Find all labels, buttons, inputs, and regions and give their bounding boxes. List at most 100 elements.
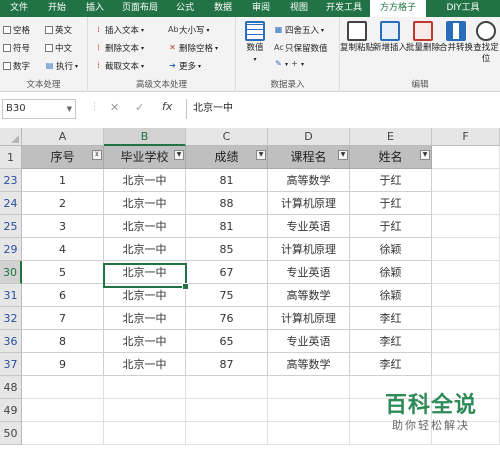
cell-school[interactable]: 北京一中: [104, 238, 186, 261]
cell-name[interactable]: 于红: [350, 169, 432, 192]
cell-seq[interactable]: 3: [22, 215, 104, 238]
cell-school[interactable]: 北京一中: [104, 307, 186, 330]
cell[interactable]: [22, 376, 104, 399]
cell[interactable]: [432, 284, 500, 307]
cell-score[interactable]: 81: [186, 215, 268, 238]
cell-course[interactable]: 专业英语: [268, 330, 350, 353]
cell[interactable]: [432, 169, 500, 192]
cell[interactable]: [432, 330, 500, 353]
row-header-1[interactable]: 1: [0, 146, 22, 169]
row-header-30[interactable]: 30: [0, 261, 22, 284]
insert-text-button[interactable]: ⁞ 插入文本 ▾: [94, 24, 144, 37]
cell[interactable]: [432, 261, 500, 284]
cell[interactable]: [432, 307, 500, 330]
new-insert-button[interactable]: 新增插入: [373, 21, 407, 54]
cell-name[interactable]: 徐颖: [350, 284, 432, 307]
english-checkbox[interactable]: 英文: [45, 24, 72, 36]
cell-seq[interactable]: 5: [22, 261, 104, 284]
round-button[interactable]: ▦ 四舍五入 ▾: [274, 24, 324, 37]
cell[interactable]: [268, 376, 350, 399]
header-cell-course[interactable]: 课程名 ▼: [268, 146, 350, 169]
row-header-31[interactable]: 31: [0, 284, 22, 307]
cell[interactable]: [22, 422, 104, 445]
cell-name[interactable]: 李红: [350, 330, 432, 353]
column-header-e[interactable]: E: [350, 128, 432, 146]
header-cell-school[interactable]: 毕业学校 ▼: [104, 146, 186, 169]
header-cell-seq[interactable]: 序号 ⊻: [22, 146, 104, 169]
cell[interactable]: [432, 215, 500, 238]
cell-seq[interactable]: 1: [22, 169, 104, 192]
filter-active-icon[interactable]: ⊻: [92, 150, 102, 160]
formula-input[interactable]: 北京一中: [186, 99, 498, 119]
tab-home[interactable]: 开始: [38, 0, 76, 17]
cell-seq[interactable]: 7: [22, 307, 104, 330]
filter-dropdown-icon[interactable]: ▼: [420, 150, 430, 160]
cell-school[interactable]: 北京一中: [104, 215, 186, 238]
chinese-checkbox[interactable]: 中文: [45, 42, 72, 54]
tab-developer[interactable]: 开发工具: [318, 0, 370, 17]
row-header-36[interactable]: 36: [0, 330, 22, 353]
execute-button[interactable]: ▤ 执行 ▾: [45, 60, 78, 73]
cell-school[interactable]: 北京一中: [104, 192, 186, 215]
filter-dropdown-icon[interactable]: ▼: [256, 150, 266, 160]
row-header-24[interactable]: 24: [0, 192, 22, 215]
cell[interactable]: [432, 192, 500, 215]
keep-value-button[interactable]: Ac 只保留数值: [274, 42, 328, 55]
cell-course[interactable]: 计算机原理: [268, 307, 350, 330]
copy-paste-button[interactable]: 复制粘贴: [340, 21, 374, 54]
cell-score[interactable]: 75: [186, 284, 268, 307]
tab-view[interactable]: 视图: [280, 0, 318, 17]
cut-text-button[interactable]: ⁞ 截取文本 ▾: [94, 60, 144, 73]
more-button[interactable]: ➔ 更多 ▾: [168, 60, 201, 73]
row-header-25[interactable]: 25: [0, 215, 22, 238]
cell-seq[interactable]: 8: [22, 330, 104, 353]
cell-name[interactable]: 于红: [350, 192, 432, 215]
row-header-23[interactable]: 23: [0, 169, 22, 192]
filter-dropdown-icon[interactable]: ▼: [338, 150, 348, 160]
row-header-37[interactable]: 37: [0, 353, 22, 376]
cell-seq[interactable]: 2: [22, 192, 104, 215]
tab-formulas[interactable]: 公式: [166, 0, 204, 17]
cell[interactable]: [186, 399, 268, 422]
cell-name[interactable]: 徐颖: [350, 238, 432, 261]
cell-school[interactable]: 北京一中: [104, 330, 186, 353]
merge-convert-button[interactable]: 合并转换: [439, 21, 473, 54]
select-all-corner[interactable]: [0, 128, 22, 146]
tab-diy-tools[interactable]: DIY工具: [426, 0, 500, 17]
cell[interactable]: [268, 399, 350, 422]
cell-score[interactable]: 81: [186, 169, 268, 192]
cell-score[interactable]: 85: [186, 238, 268, 261]
cell-school[interactable]: 北京一中: [104, 169, 186, 192]
row-header-32[interactable]: 32: [0, 307, 22, 330]
cancel-icon[interactable]: ✕: [110, 101, 119, 114]
cell-name[interactable]: 李红: [350, 307, 432, 330]
row-header-50[interactable]: 50: [0, 422, 22, 445]
cell-school[interactable]: 北京一中: [104, 284, 186, 307]
batch-delete-button[interactable]: 批量删除: [406, 21, 440, 54]
name-box[interactable]: B30 ▼: [2, 99, 76, 119]
column-header-d[interactable]: D: [268, 128, 350, 146]
tab-file[interactable]: 文件: [0, 0, 38, 17]
cell-school[interactable]: 北京一中: [104, 261, 186, 284]
cell-name[interactable]: 于红: [350, 215, 432, 238]
cell-course[interactable]: 高等数学: [268, 169, 350, 192]
case-button[interactable]: Ab 大小写 ▾: [168, 24, 210, 37]
cell-seq[interactable]: 6: [22, 284, 104, 307]
cell-name[interactable]: 徐颖: [350, 261, 432, 284]
cell-course[interactable]: 专业英语: [268, 261, 350, 284]
cell-school[interactable]: 北京一中: [104, 353, 186, 376]
row-header-49[interactable]: 49: [0, 399, 22, 422]
cell-course[interactable]: 专业英语: [268, 215, 350, 238]
column-header-a[interactable]: A: [22, 128, 104, 146]
cell[interactable]: [104, 422, 186, 445]
tab-page-layout[interactable]: 页面布局: [114, 0, 166, 17]
cell[interactable]: [104, 376, 186, 399]
cell[interactable]: [432, 353, 500, 376]
cell-course[interactable]: 高等数学: [268, 353, 350, 376]
cell[interactable]: [104, 399, 186, 422]
confirm-icon[interactable]: ✓: [135, 101, 144, 114]
filter-dropdown-icon[interactable]: ▼: [174, 150, 184, 160]
cell-seq[interactable]: 4: [22, 238, 104, 261]
delete-text-button[interactable]: ⁞ 删除文本 ▾: [94, 42, 144, 55]
tab-fangfang[interactable]: 方方格子: [370, 0, 426, 17]
